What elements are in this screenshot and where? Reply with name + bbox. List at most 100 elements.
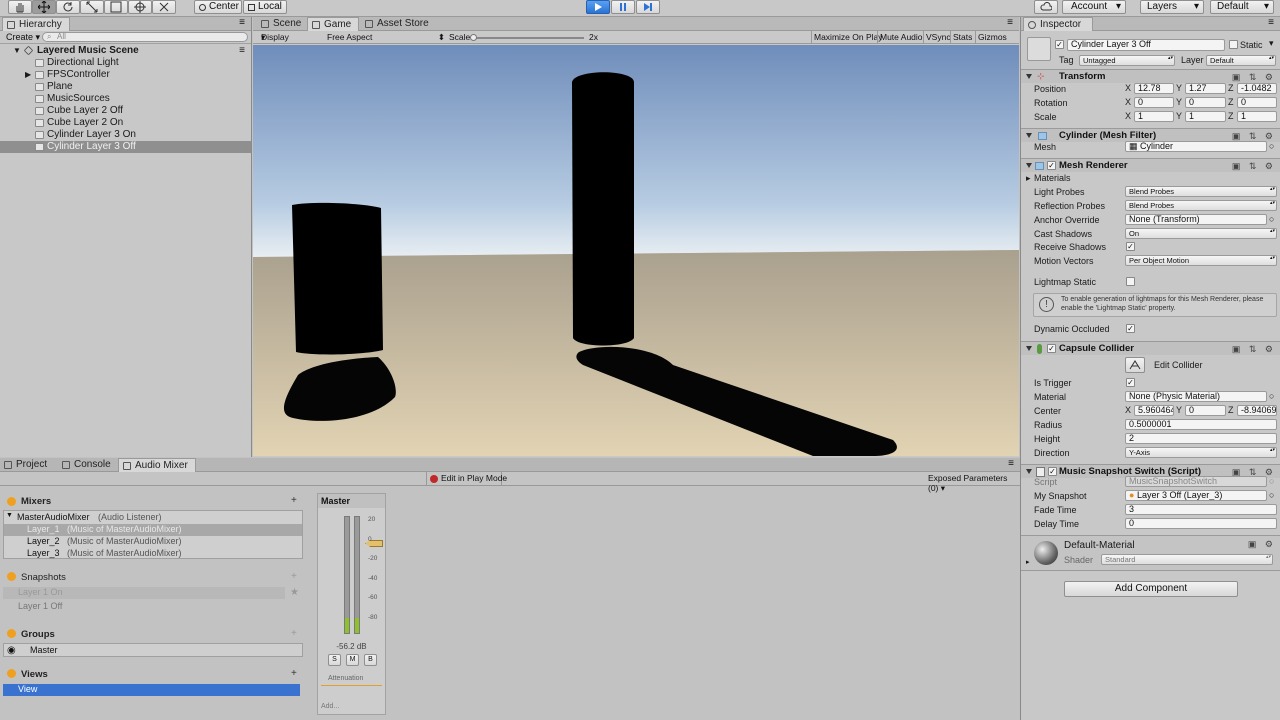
gizmos-toggle[interactable]: Gizmos	[975, 31, 1007, 44]
create-dropdown[interactable]: Create ▾	[6, 32, 40, 43]
scale-slider-thumb[interactable]	[470, 34, 477, 41]
scale-y-field[interactable]: 1	[1185, 111, 1226, 122]
anchor-override-field[interactable]: None (Transform)	[1125, 214, 1267, 225]
mesh-filter-header[interactable]: Cylinder (Mesh Filter) ▣ ⇅ ⚙	[1021, 128, 1280, 142]
panel-menu-icon[interactable]: ≡	[239, 17, 245, 28]
tab-inspector[interactable]: Inspector	[1023, 17, 1093, 31]
add-component-button[interactable]: Add Component	[1064, 581, 1238, 597]
component-menu-icons[interactable]: ▣ ⇅ ⚙	[1232, 72, 1276, 83]
object-picker-icon[interactable]: ○	[1269, 214, 1274, 224]
vsync-toggle[interactable]: VSync	[923, 31, 951, 44]
view-item-selected[interactable]: View	[3, 684, 300, 696]
component-menu-icons[interactable]: ▣ ⚙	[1248, 539, 1276, 550]
position-x-field[interactable]: 12.78	[1134, 83, 1174, 94]
fade-time-field[interactable]: 3	[1125, 504, 1277, 515]
shader-dropdown[interactable]: Standard	[1101, 554, 1273, 565]
scale-x-field[interactable]: 1	[1134, 111, 1174, 122]
capsule-collider-header[interactable]: ✓ Capsule Collider ▣ ⇅ ⚙	[1021, 341, 1280, 355]
physic-material-field[interactable]: None (Physic Material)	[1125, 391, 1267, 402]
scene-menu-icon[interactable]: ≡	[239, 45, 245, 57]
script-enabled-checkbox[interactable]: ✓	[1048, 467, 1057, 476]
chevron-right-icon[interactable]: ▸	[1026, 173, 1031, 184]
mixer-group-item[interactable]: Layer_1 (Music of MasterAudioMixer)	[4, 524, 302, 536]
component-menu-icons[interactable]: ▣ ⇅ ⚙	[1232, 344, 1276, 355]
hierarchy-item[interactable]: MusicSources	[0, 93, 251, 105]
pivot-local-button[interactable]: Local	[243, 0, 287, 14]
object-picker-icon[interactable]: ○	[1269, 490, 1274, 500]
hierarchy-search-input[interactable]: ⌕ All	[42, 32, 248, 42]
object-picker-icon[interactable]: ○	[1269, 141, 1274, 151]
maximize-on-play-toggle[interactable]: Maximize On Play	[811, 31, 883, 44]
pause-button[interactable]	[611, 0, 635, 14]
materials-foldout[interactable]: Materials	[1034, 173, 1071, 183]
mesh-renderer-enabled-checkbox[interactable]: ✓	[1047, 161, 1056, 170]
cast-shadows-dropdown[interactable]: On	[1125, 228, 1277, 239]
account-dropdown[interactable]: Account ▾	[1062, 0, 1126, 14]
reflection-probes-dropdown[interactable]: Blend Probes	[1125, 200, 1277, 211]
solo-button[interactable]: S	[328, 654, 341, 666]
material-section[interactable]: ▸ Default-Material Shader Standard ▣ ⚙	[1021, 535, 1280, 571]
step-button[interactable]	[636, 0, 660, 14]
active-checkbox[interactable]: ✓	[1055, 40, 1064, 49]
edit-collider-button[interactable]	[1125, 357, 1145, 373]
layer-dropdown[interactable]: Default	[1206, 55, 1276, 66]
add-effect-button[interactable]: Add...	[321, 703, 339, 710]
mute-audio-toggle[interactable]: Mute Audio	[877, 31, 923, 44]
chevron-right-icon[interactable]: ▸	[1026, 558, 1030, 566]
panel-menu-icon[interactable]: ≡	[1008, 458, 1014, 469]
layers-dropdown[interactable]: Layers ▾	[1140, 0, 1204, 14]
light-probes-dropdown[interactable]: Blend Probes	[1125, 186, 1277, 197]
scale-tool-button[interactable]	[80, 0, 104, 14]
move-tool-button[interactable]	[32, 0, 56, 14]
exposed-parameters-dropdown[interactable]: Exposed Parameters (0) ▾	[928, 473, 1020, 494]
mute-button[interactable]: M	[346, 654, 359, 666]
effect-attenuation[interactable]: Attenuation	[321, 675, 382, 686]
mixer-root-item[interactable]: ▼ MasterAudioMixer (Audio Listener)	[4, 512, 302, 524]
add-group-button[interactable]: +	[291, 628, 297, 639]
mesh-field[interactable]: ▦ Cylinder	[1125, 141, 1267, 152]
height-field[interactable]: 2	[1125, 433, 1277, 444]
center-y-field[interactable]: 0	[1185, 405, 1226, 416]
object-name-field[interactable]: Cylinder Layer 3 Off	[1067, 39, 1225, 51]
tag-dropdown[interactable]: Untagged	[1079, 55, 1175, 66]
tab-hierarchy[interactable]: Hierarchy	[2, 17, 70, 31]
my-snapshot-field[interactable]: ● Layer 3 Off (Layer_3)	[1125, 490, 1267, 501]
hierarchy-item[interactable]: Cube Layer 2 On	[0, 117, 251, 129]
capsule-collider-enabled-checkbox[interactable]: ✓	[1047, 344, 1056, 353]
bypass-button[interactable]: B	[364, 654, 377, 666]
direction-dropdown[interactable]: Y-Axis	[1125, 447, 1277, 458]
tab-game[interactable]: Game	[307, 17, 359, 31]
tab-console[interactable]: Console	[58, 458, 117, 472]
stats-toggle[interactable]: Stats	[950, 31, 972, 44]
hierarchy-item[interactable]: Directional Light	[0, 57, 251, 69]
play-button[interactable]	[586, 0, 610, 14]
add-view-button[interactable]: +	[291, 668, 297, 679]
receive-shadows-checkbox[interactable]: ✓	[1126, 242, 1135, 251]
snapshot-item[interactable]: Layer 1 Off	[3, 601, 285, 613]
star-icon[interactable]: ★	[290, 587, 299, 598]
group-item-master[interactable]: Master	[30, 645, 58, 655]
position-y-field[interactable]: 1.27	[1185, 83, 1226, 94]
lightmap-static-checkbox[interactable]	[1126, 277, 1135, 286]
hierarchy-item[interactable]: Plane	[0, 81, 251, 93]
mixer-group-item[interactable]: Layer_3 (Music of MasterAudioMixer)	[4, 548, 302, 560]
scale-z-field[interactable]: 1	[1237, 111, 1277, 122]
object-picker-icon[interactable]: ○	[1269, 391, 1274, 401]
custom-tool-button[interactable]	[152, 0, 176, 14]
tab-scene[interactable]: Scene	[257, 17, 307, 31]
panel-menu-icon[interactable]: ≡	[1007, 17, 1013, 28]
dynamic-occluded-checkbox[interactable]: ✓	[1126, 324, 1135, 333]
chevron-down-icon[interactable]: ▾	[1269, 38, 1274, 49]
scene-root[interactable]: ▼ Layered Music Scene ≡	[0, 45, 251, 57]
motion-vectors-dropdown[interactable]: Per Object Motion	[1125, 255, 1277, 266]
hierarchy-item[interactable]: Cylinder Layer 3 On	[0, 129, 251, 141]
center-z-field[interactable]: -8.94069	[1237, 405, 1277, 416]
transform-header[interactable]: ⊹ Transform ▣ ⇅ ⚙	[1021, 69, 1280, 83]
transform-tool-button[interactable]	[128, 0, 152, 14]
position-z-field[interactable]: -1.0482	[1237, 83, 1277, 94]
eye-icon[interactable]: ◉	[7, 645, 16, 656]
snapshot-item[interactable]: Layer 1 On	[3, 587, 285, 599]
radius-field[interactable]: 0.5000001	[1125, 419, 1277, 430]
display-dropdown[interactable]: Display 1 ▾	[261, 31, 289, 55]
tab-audio-mixer[interactable]: Audio Mixer	[118, 458, 196, 472]
